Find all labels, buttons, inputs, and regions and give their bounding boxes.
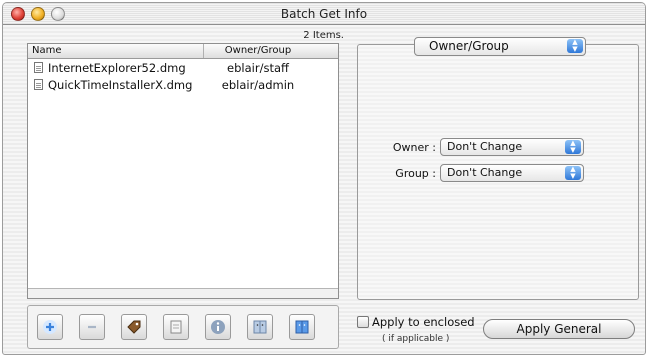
script-icon	[170, 320, 182, 334]
group-label: Group :	[395, 167, 436, 180]
apply-enclosed-checkbox[interactable]	[357, 316, 369, 328]
column-header-name[interactable]: Name	[32, 45, 62, 56]
finder-button[interactable]	[247, 314, 273, 340]
add-icon	[43, 320, 57, 334]
list-header: Name Owner/Group	[28, 44, 338, 59]
apply-enclosed-sublabel: ( if applicable )	[382, 334, 450, 344]
file-name: InternetExplorer52.dmg	[48, 61, 186, 75]
label-button[interactable]	[121, 314, 147, 340]
list-scrollbar[interactable]	[28, 288, 338, 298]
info-icon	[211, 320, 225, 334]
remove-icon	[88, 325, 96, 329]
chevron-updown-icon: ▲ ▼	[565, 166, 581, 180]
file-name: QuickTimeInstallerX.dmg	[48, 78, 193, 92]
document-icon	[34, 62, 43, 73]
file-list[interactable]: Name Owner/Group InternetExplorer52.dmg …	[27, 43, 339, 299]
apply-enclosed-label[interactable]: Apply to enclosed	[372, 315, 475, 329]
chevron-updown-icon: ▲ ▼	[567, 39, 583, 53]
finder-selected-button[interactable]	[289, 314, 315, 340]
script-button[interactable]	[163, 314, 189, 340]
remove-button[interactable]	[79, 314, 105, 340]
label-tag-icon	[127, 320, 141, 334]
file-owner: eblair/staff	[227, 61, 289, 75]
info-button[interactable]	[205, 314, 231, 340]
column-header-owner[interactable]: Owner/Group	[203, 45, 313, 56]
finder-selected-icon	[295, 320, 309, 334]
document-icon	[34, 79, 43, 90]
table-row[interactable]: QuickTimeInstallerX.dmg eblair/admin	[28, 76, 338, 93]
group-value: Don't Change	[447, 166, 523, 179]
owner-value: Don't Change	[447, 140, 523, 153]
apply-general-button[interactable]: Apply General	[483, 319, 635, 339]
owner-label: Owner :	[392, 141, 436, 154]
finder-icon	[253, 320, 267, 334]
toolbar	[27, 305, 339, 349]
chevron-updown-icon: ▲ ▼	[565, 140, 581, 154]
title-bar[interactable]: Batch Get Info	[3, 3, 645, 25]
add-button[interactable]	[37, 314, 63, 340]
info-type-select[interactable]: Owner/Group ▲ ▼	[414, 37, 586, 56]
window-title: Batch Get Info	[280, 7, 368, 21]
item-count: 2 Items.	[303, 30, 344, 41]
file-owner: eblair/admin	[221, 78, 295, 92]
group-select[interactable]: Don't Change ▲ ▼	[440, 164, 584, 182]
owner-select[interactable]: Don't Change ▲ ▼	[440, 138, 584, 156]
info-type-value: Owner/Group	[429, 39, 509, 53]
table-row[interactable]: InternetExplorer52.dmg eblair/staff	[28, 59, 338, 76]
